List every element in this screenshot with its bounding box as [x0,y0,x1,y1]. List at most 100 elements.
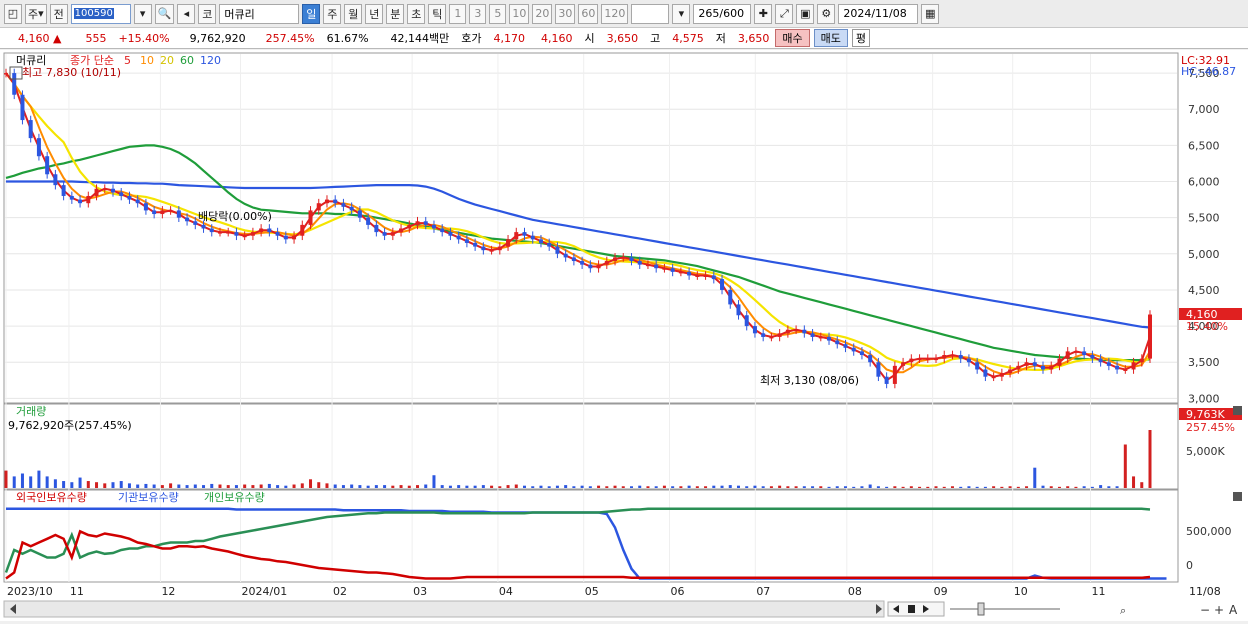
price-y-tick-2: 6,500 [1188,139,1220,152]
volume-bar-107 [885,486,889,488]
volume-pct-tag: 257.45% [1186,421,1235,434]
candle-body-136 [1123,369,1128,371]
volume-pane-value: 9,762,920주(257.45%) [8,419,132,432]
volume-bar-125 [1033,467,1037,488]
candle-body-50 [415,221,420,225]
sell-button[interactable]: 매도 [813,29,848,47]
prev-button[interactable]: 전 [49,3,68,24]
holding-pane-close-icon[interactable] [1233,492,1242,501]
volume-bar-88 [728,485,732,488]
volume-bar-40 [333,484,337,488]
volume-bar-37 [309,479,313,488]
candle-body-67 [555,246,560,254]
chart-area[interactable]: 7,500 7,000 6,500 6,000 5,500 5,000 4,500 4,000… [0,50,1248,621]
buy-button[interactable]: 매수 [775,29,810,47]
zoom-out-icon[interactable]: − [1200,603,1210,617]
candle-body-131 [1082,351,1087,356]
volume-bar-30 [251,485,255,488]
price-y-tick-6: 4,500 [1188,284,1220,297]
save-icon[interactable]: ▣ [796,3,815,24]
stop-icon[interactable] [908,605,915,613]
interval-20[interactable]: 20 [532,3,553,24]
average-button[interactable]: 평 [851,29,871,47]
interval-5[interactable]: 5 [489,3,507,24]
zoom-slider-handle[interactable] [977,602,985,616]
interval-120[interactable]: 120 [601,3,629,24]
zoom-in-icon[interactable]: + [1214,603,1224,617]
candle-body-71 [588,264,593,269]
interval-1[interactable]: 1 [449,3,467,24]
date-input[interactable]: 2024/11/08 [838,3,919,24]
interval-10[interactable]: 10 [509,3,530,24]
interval-30[interactable]: 30 [555,3,576,24]
code-dropdown-icon[interactable]: ▾ [133,3,152,24]
period-month[interactable]: 월 [344,3,363,24]
volume-bar-74 [613,485,617,488]
x-axis-label-10: 08 [848,585,862,598]
volume-pane-close-icon[interactable] [1233,406,1242,415]
volume-bar-101 [835,486,839,488]
candle-body-4 [36,138,41,157]
volume-bar-139 [1148,430,1152,488]
volume-bar-2 [20,473,24,488]
window-menu-icon[interactable]: ◰ [4,3,22,24]
tools-icon[interactable]: ✚ [754,3,773,24]
volume-bar-72 [597,485,601,488]
stock-name-field[interactable]: 머큐리 [219,3,300,24]
volume-bar-31 [259,484,263,488]
period-tick[interactable]: 틱 [428,3,447,24]
text-tool-icon[interactable]: A [1229,603,1238,617]
speaker-icon[interactable]: ◂ [177,3,196,24]
candle-body-36 [300,224,305,236]
zoom-search-icon[interactable]: ⌕ [1120,604,1126,617]
range-input[interactable]: 265/600 [693,3,752,24]
stock-code-input[interactable]: 100590 [70,3,131,24]
x-axis-label-2: 12 [161,585,175,598]
current-price: 4,160 ▲ [6,32,67,45]
custom-interval-dropdown-icon[interactable]: ▾ [672,3,691,24]
period-day[interactable]: 일 [302,3,321,24]
x-axis-label-0: 2023/10 [7,585,53,598]
candle-body-33 [275,232,280,236]
period-minute[interactable]: 분 [386,3,405,24]
volume-bar-82 [679,486,683,488]
interval-60[interactable]: 60 [578,3,599,24]
candle-body-3 [28,120,33,139]
volume-bar-64 [531,486,535,488]
period-second[interactable]: 초 [407,3,426,24]
volume-bar-133 [1099,485,1103,488]
search-icon[interactable]: 🔍 [154,3,175,24]
chart-svg[interactable]: 7,5007,0006,5006,0005,5005,0004,5004,000… [0,50,1248,621]
volume-bar-42 [350,484,354,488]
candle-body-59 [489,250,494,252]
candle-body-45 [374,224,379,233]
bid-price-1: 4,170 [493,31,526,45]
candle-body-108 [892,365,897,384]
volume-bar-114 [942,486,946,488]
volume-bar-118 [975,486,979,488]
volume-bar-98 [811,486,815,488]
volume-bar-112 [926,486,930,488]
custom-interval-input[interactable] [631,3,670,24]
chart-kind-label[interactable]: 코 [198,3,217,24]
market-select[interactable]: 주 ▾ [25,3,47,24]
draw-icon[interactable]: ⤢ [775,3,794,24]
candle-body-13 [110,188,115,193]
candle-body-75 [621,257,626,259]
candle-body-54 [448,232,453,236]
volume-bar-131 [1082,486,1086,488]
settings-gear-icon[interactable]: ⚙ [817,3,836,24]
price-y-tick-8: 3,500 [1188,356,1220,369]
period-week[interactable]: 주 [323,3,342,24]
volume-bar-115 [950,486,954,488]
high-value: 4,575 [672,31,704,45]
candle-body-130 [1073,351,1078,353]
candle-body-22 [185,217,190,222]
horizontal-scrollbar[interactable] [3,600,885,618]
candle-body-85 [703,275,708,277]
playback-controls[interactable] [887,601,945,617]
range-value: 265 [698,7,720,20]
interval-3[interactable]: 3 [469,3,487,24]
calendar-icon[interactable]: ▦ [921,3,940,24]
period-year[interactable]: 년 [365,3,384,24]
